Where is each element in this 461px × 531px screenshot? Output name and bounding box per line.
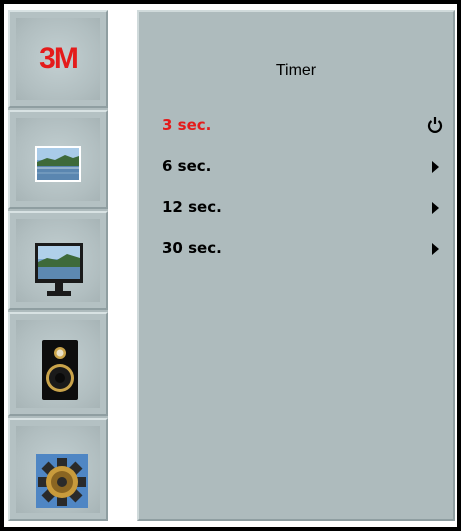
sidebar: 3M — [8, 10, 108, 521]
sidebar-item-settings[interactable] — [8, 418, 108, 521]
arrow-right-icon — [432, 161, 439, 173]
monitor-icon — [35, 243, 83, 296]
sidebar-divider — [112, 10, 134, 521]
arrow-right-icon — [432, 202, 439, 214]
timer-option-label: 6 sec. — [162, 157, 212, 175]
gear-icon — [36, 454, 88, 508]
sidebar-item-audio[interactable] — [8, 312, 108, 416]
timer-option-3-sec[interactable]: 3 sec. — [162, 114, 447, 136]
timer-option-12-sec[interactable]: 12 sec. — [162, 196, 447, 218]
power-icon — [427, 117, 443, 133]
sidebar-item-picture[interactable] — [8, 110, 108, 209]
timer-option-label: 12 sec. — [162, 198, 222, 216]
panel-title: Timer — [275, 62, 317, 79]
sidebar-item-brand: 3M — [8, 10, 108, 108]
timer-option-label: 3 sec. — [162, 116, 212, 134]
sidebar-item-display[interactable] — [8, 211, 108, 310]
timer-option-30-sec[interactable]: 30 sec. — [162, 237, 447, 259]
arrow-right-icon — [432, 243, 439, 255]
timer-panel: Timer 3 sec. 6 sec. 12 sec. 30 sec. — [137, 10, 455, 521]
osd-menu-window: 3M Timer 3 sec. 6 sec. 12 sec. 30 sec. — [4, 4, 457, 527]
timer-option-label: 30 sec. — [162, 239, 222, 257]
timer-option-6-sec[interactable]: 6 sec. — [162, 155, 447, 177]
brand-logo: 3M — [39, 42, 79, 75]
landscape-picture-icon — [35, 146, 81, 182]
speaker-icon — [42, 340, 78, 400]
